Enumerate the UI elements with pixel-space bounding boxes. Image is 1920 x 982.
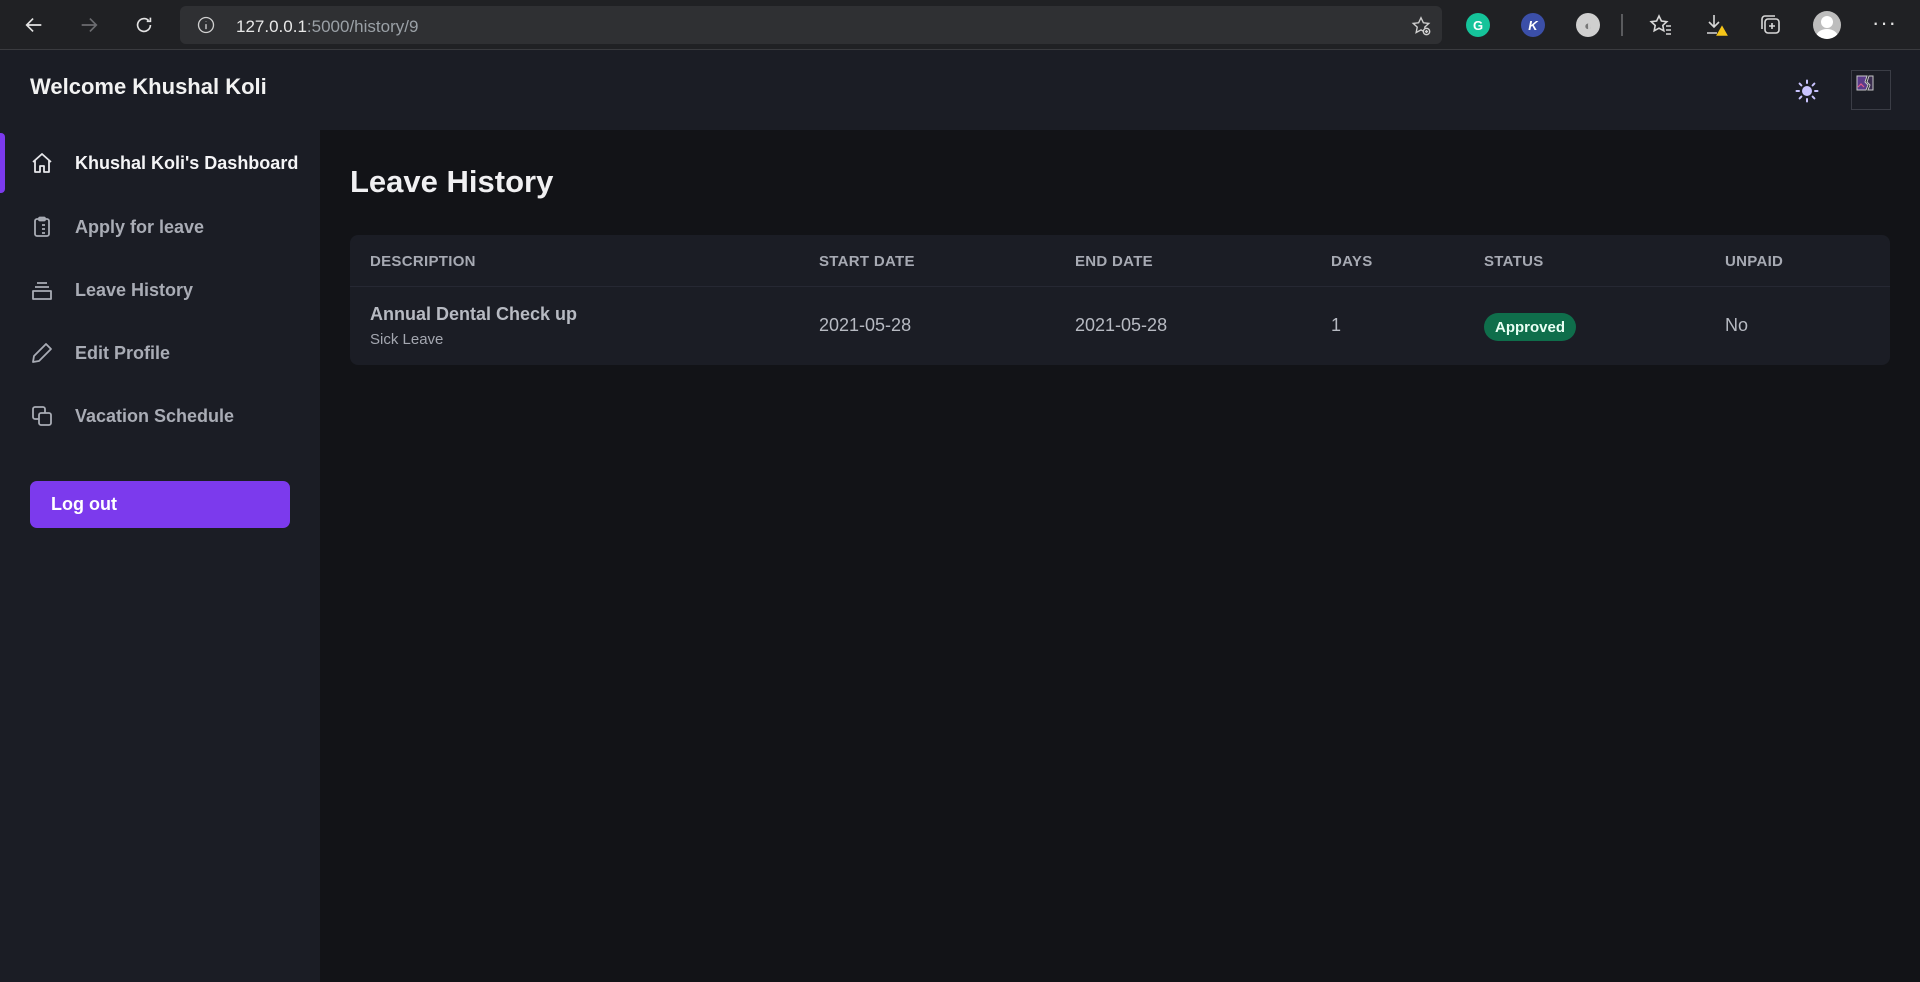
downloads-button[interactable] xyxy=(1703,12,1729,38)
sidebar-item-edit-profile[interactable]: Edit Profile xyxy=(0,323,320,383)
welcome-heading: Welcome Khushal Koli xyxy=(30,74,267,99)
app-header: Welcome Khushal Koli xyxy=(0,50,1920,130)
extension-icon[interactable]: ◐ xyxy=(1576,13,1600,37)
end-date-cell: 2021-05-28 xyxy=(1075,315,1168,335)
copy-icon xyxy=(30,404,54,428)
column-header-end-date: END DATE xyxy=(1075,253,1153,270)
download-warning-icon xyxy=(1707,15,1728,36)
sidebar-item-label: Vacation Schedule xyxy=(75,405,235,426)
column-header-description: DESCRIPTION xyxy=(370,253,476,270)
info-icon[interactable] xyxy=(196,15,216,35)
sidebar-item-dashboard[interactable]: Khushal Koli's Dashboard xyxy=(0,133,320,193)
sidebar-item-vacation-schedule[interactable]: Vacation Schedule xyxy=(0,386,320,446)
column-header-start-date: START DATE xyxy=(819,253,915,270)
favorites-star-icon xyxy=(1649,14,1671,35)
sidebar-item-leave-history[interactable]: Leave History xyxy=(0,260,320,320)
reload-icon xyxy=(136,17,152,33)
back-button[interactable] xyxy=(16,7,52,43)
url-text[interactable]: 127.0.0.1:5000/history/9 xyxy=(236,17,418,37)
clipboard-icon xyxy=(30,215,54,239)
collections-icon xyxy=(1761,15,1780,34)
theme-toggle-button[interactable] xyxy=(1794,78,1820,104)
collections-button[interactable] xyxy=(1758,12,1784,38)
status-badge: Approved xyxy=(1484,313,1577,341)
more-menu-icon[interactable]: ··· xyxy=(1872,10,1897,36)
browser-profile-avatar[interactable] xyxy=(1813,11,1841,39)
home-icon xyxy=(30,151,54,175)
forward-button[interactable] xyxy=(71,7,107,43)
table-row: Annual Dental Check up Sick Leave 2021-0… xyxy=(350,288,1890,365)
pencil-icon xyxy=(30,341,54,365)
sidebar: Khushal Koli's Dashboard Apply for leave… xyxy=(0,130,320,982)
k-extension-icon[interactable]: K xyxy=(1521,13,1545,37)
user-avatar[interactable] xyxy=(1851,70,1891,110)
sidebar-item-apply-leave[interactable]: Apply for leave xyxy=(0,197,320,257)
table-header: DESCRIPTION START DATE END DATE DAYS STA… xyxy=(350,235,1890,287)
leave-description: Annual Dental Check up xyxy=(370,304,578,324)
column-header-days: DAYS xyxy=(1331,253,1373,270)
sidebar-item-label: Khushal Koli's Dashboard xyxy=(75,152,299,173)
add-favorite-icon[interactable] xyxy=(1410,15,1432,37)
unpaid-cell: No xyxy=(1725,315,1749,335)
sidebar-item-label: Leave History xyxy=(75,279,194,300)
column-header-unpaid: UNPAID xyxy=(1725,253,1784,270)
days-cell: 1 xyxy=(1331,315,1342,335)
leave-type: Sick Leave xyxy=(370,331,444,348)
reload-button[interactable] xyxy=(126,7,162,43)
favorites-button[interactable] xyxy=(1648,12,1674,38)
sun-icon xyxy=(1795,79,1819,103)
arrow-left-icon xyxy=(25,17,42,33)
address-bar[interactable]: 127.0.0.1:5000/history/9 xyxy=(180,6,1442,44)
arrow-right-icon xyxy=(81,17,98,33)
logout-button[interactable]: Log out xyxy=(30,481,290,528)
sidebar-item-label: Edit Profile xyxy=(75,342,171,363)
page-title: Leave History xyxy=(350,164,554,199)
broken-image-icon xyxy=(1856,75,1874,91)
toolbar-divider xyxy=(1621,14,1623,36)
start-date-cell: 2021-05-28 xyxy=(819,315,912,335)
grammarly-extension-icon[interactable]: G xyxy=(1466,13,1490,37)
leave-history-table: DESCRIPTION START DATE END DATE DAYS STA… xyxy=(350,235,1890,365)
browser-toolbar: 127.0.0.1:5000/history/9 G K ◐ ··· xyxy=(0,0,1920,50)
inbox-icon xyxy=(30,278,54,302)
column-header-status: STATUS xyxy=(1484,253,1544,270)
sidebar-item-label: Apply for leave xyxy=(75,216,205,237)
